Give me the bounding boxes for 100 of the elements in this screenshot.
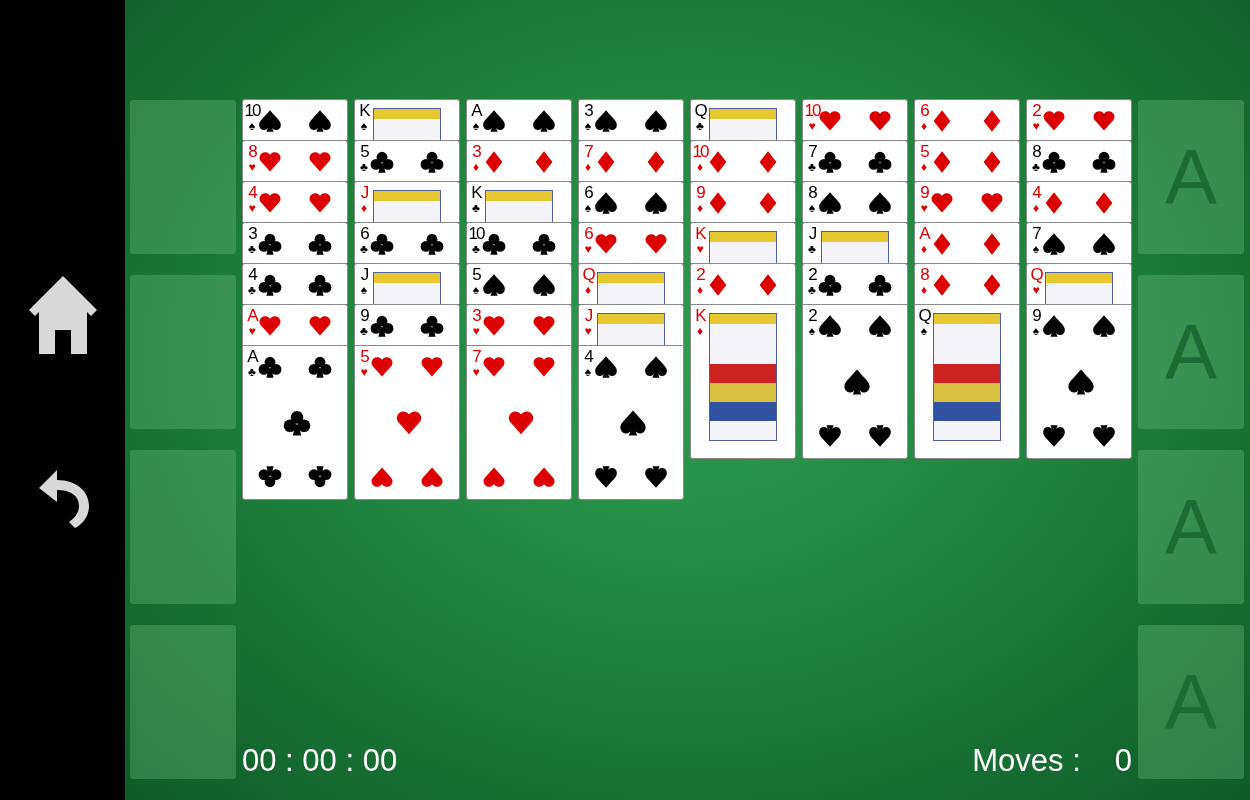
game-timer: 00 : 00 : 00 (242, 743, 398, 779)
playing-card[interactable]: 4 ♥ (242, 181, 348, 222)
card-suit: ♦ (920, 161, 928, 174)
playing-card[interactable]: Q ♠ (914, 304, 1020, 459)
playing-card[interactable]: J ♥ (578, 304, 684, 345)
playing-card[interactable]: 7 ♣ (802, 140, 908, 181)
playing-card[interactable]: 2 ♥ (1026, 99, 1132, 140)
playing-card[interactable]: Q ♣ (690, 99, 796, 140)
card-rank: K (695, 225, 705, 243)
playing-card[interactable]: 4 ♦ (1026, 181, 1132, 222)
moves-label: Moves : (972, 743, 1081, 779)
playing-card[interactable]: 8 ♦ (914, 263, 1020, 304)
playing-card[interactable]: 6 ♠ (578, 181, 684, 222)
card-rank: 5 (472, 266, 480, 284)
free-cell[interactable] (130, 625, 236, 779)
suit-pip-icon (818, 149, 842, 175)
suit-pip-icon (532, 272, 556, 298)
playing-card[interactable]: 2 ♣ (802, 263, 908, 304)
suit-pip-icon (308, 464, 332, 490)
suit-pip-icon (868, 149, 892, 175)
playing-card[interactable]: 10 ♦ (690, 140, 796, 181)
card-suit: ♦ (472, 161, 480, 174)
playing-card[interactable]: J ♦ (354, 181, 460, 222)
playing-card[interactable]: 5 ♠ (466, 263, 572, 304)
playing-card[interactable]: 10 ♣ (466, 222, 572, 263)
playing-card[interactable]: 9 ♦ (690, 181, 796, 222)
playing-card[interactable]: K ♠ (354, 99, 460, 140)
playing-card[interactable]: 9 ♥ (914, 181, 1020, 222)
card-suit: ♣ (808, 243, 816, 256)
card-suit: ♦ (696, 284, 704, 297)
playing-card[interactable]: 10 ♠ (242, 99, 348, 140)
playing-card[interactable]: J ♠ (354, 263, 460, 304)
playing-card[interactable]: K ♣ (466, 181, 572, 222)
card-suit: ♠ (584, 202, 592, 215)
suit-pip-icon (258, 464, 282, 490)
playing-card[interactable]: A ♥ (242, 304, 348, 345)
playing-card[interactable]: 7 ♥ (466, 345, 572, 500)
card-rank: Q (1030, 266, 1042, 284)
playing-card[interactable]: 6 ♦ (914, 99, 1020, 140)
card-rank: A (247, 307, 257, 325)
suit-pip-icon (594, 354, 618, 380)
playing-card[interactable]: A ♣ (242, 345, 348, 500)
playing-card[interactable]: 3 ♣ (242, 222, 348, 263)
playing-card[interactable]: 2 ♠ (802, 304, 908, 459)
playing-card[interactable]: 7 ♠ (1026, 222, 1132, 263)
card-suit: ♣ (808, 284, 816, 297)
free-cell[interactable] (130, 275, 236, 429)
playing-card[interactable]: 5 ♦ (914, 140, 1020, 181)
playing-card[interactable]: 5 ♣ (354, 140, 460, 181)
card-suit: ♥ (920, 202, 928, 215)
playing-card[interactable]: A ♠ (466, 99, 572, 140)
playing-card[interactable]: 10 ♥ (802, 99, 908, 140)
playing-card[interactable]: A ♦ (914, 222, 1020, 263)
suit-pip-icon (818, 313, 842, 339)
playing-card[interactable]: 8 ♠ (802, 181, 908, 222)
playing-card[interactable]: 5 ♥ (354, 345, 460, 500)
card-rank: 5 (360, 348, 368, 366)
card-suit: ♥ (360, 366, 368, 379)
suit-pip-icon (1042, 423, 1066, 449)
suit-pip-icon (594, 108, 618, 134)
card-suit: ♦ (696, 161, 704, 174)
suit-pip-icon (420, 149, 444, 175)
playing-card[interactable]: 8 ♥ (242, 140, 348, 181)
playing-card[interactable]: K ♥ (690, 222, 796, 263)
free-cell[interactable] (130, 450, 236, 604)
free-cell[interactable] (130, 100, 236, 254)
playing-card[interactable]: K ♦ (690, 304, 796, 459)
playing-card[interactable]: 7 ♦ (578, 140, 684, 181)
card-suit: ♣ (808, 161, 816, 174)
suit-pip-icon (1042, 149, 1066, 175)
card-rank: 9 (1032, 307, 1040, 325)
playing-card[interactable]: 6 ♣ (354, 222, 460, 263)
card-rank: Q (582, 266, 594, 284)
card-suit: ♦ (360, 202, 368, 215)
playing-card[interactable]: 6 ♥ (578, 222, 684, 263)
card-suit: ♥ (584, 325, 592, 338)
playing-card[interactable]: 8 ♣ (1026, 140, 1132, 181)
playing-card[interactable]: 4 ♣ (242, 263, 348, 304)
card-rank: 10 (692, 143, 708, 161)
playing-card[interactable]: 3 ♥ (466, 304, 572, 345)
card-suit: ♥ (808, 120, 816, 133)
card-suit: ♦ (1032, 202, 1040, 215)
card-suit: ♣ (248, 366, 256, 379)
playing-card[interactable]: 4 ♠ (578, 345, 684, 500)
suit-pip-icon (843, 367, 871, 397)
card-suit: ♥ (248, 325, 256, 338)
suit-pip-icon (619, 408, 647, 438)
playing-card[interactable]: Q ♦ (578, 263, 684, 304)
card-rank: 5 (920, 143, 928, 161)
playing-card[interactable]: 3 ♠ (578, 99, 684, 140)
playing-card[interactable]: 2 ♦ (690, 263, 796, 304)
card-suit: ♥ (1032, 284, 1040, 297)
playing-card[interactable]: J ♣ (802, 222, 908, 263)
card-suit: ♠ (1032, 325, 1040, 338)
playing-card[interactable]: Q ♥ (1026, 263, 1132, 304)
card-suit: ♣ (360, 243, 368, 256)
card-suit: ♣ (360, 161, 368, 174)
playing-card[interactable]: 9 ♠ (1026, 304, 1132, 459)
playing-card[interactable]: 3 ♦ (466, 140, 572, 181)
playing-card[interactable]: 9 ♣ (354, 304, 460, 345)
